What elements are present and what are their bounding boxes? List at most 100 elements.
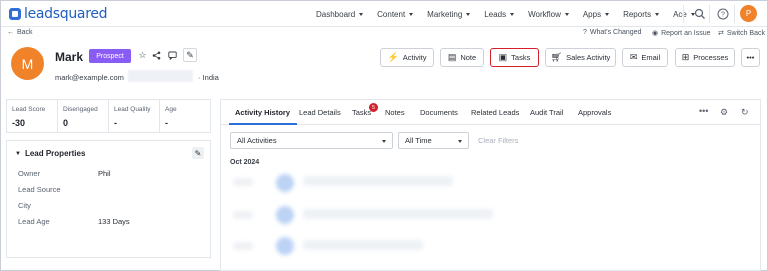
processes-label: Processes [693, 53, 729, 62]
chevron-down-icon: ▼ [15, 150, 21, 157]
tab-activity-history[interactable]: Activity History [235, 108, 290, 117]
lead-country: · India [198, 73, 219, 82]
metric-value: -30 [12, 118, 26, 128]
menu-marketing[interactable]: Marketing [427, 10, 471, 19]
metric-label: Age [165, 106, 177, 113]
metric-age: Age - [160, 100, 210, 132]
caret-down-icon [655, 12, 660, 16]
menu-label: Content [377, 9, 406, 19]
tab-audit-trail[interactable]: Audit Trail [530, 108, 563, 117]
lead-stage-badge[interactable]: Prospect [89, 49, 131, 63]
menu-workflow[interactable]: Workflow [528, 10, 569, 19]
menu-apps[interactable]: Apps [583, 10, 610, 19]
redacted-activity-icon [276, 206, 294, 224]
star-icon[interactable]: ☆ [137, 50, 148, 61]
lead-metrics: Lead Score -30 Disengaged 0 Lead Quality… [6, 99, 211, 133]
lead-properties-title: Lead Properties [24, 149, 86, 158]
more-actions-button[interactable]: ••• [741, 48, 760, 67]
divider [709, 5, 710, 23]
refresh-icon[interactable]: ↻ [741, 107, 749, 118]
tasks-button[interactable]: ▣ Tasks [490, 48, 539, 67]
edit-lead-button[interactable]: ✎ [183, 48, 197, 62]
menu-label: Ace [673, 9, 687, 19]
brand-name: leadsquared [24, 6, 108, 22]
redacted-activity-text [303, 176, 453, 186]
tab-documents[interactable]: Documents [420, 108, 458, 117]
active-tab-indicator [229, 123, 297, 125]
main-menu: Dashboard Content Marketing Leads Workfl… [316, 1, 709, 27]
property-label-lead-age: Lead Age [18, 217, 50, 226]
menu-content[interactable]: Content [377, 9, 414, 19]
caret-down-icon [458, 140, 462, 143]
back-link[interactable]: ← Back [7, 29, 33, 36]
processes-icon: ⊞ [681, 52, 690, 62]
lead-tabs: Activity History Lead Details Tasks 5 No… [221, 100, 760, 125]
lead-name: Mark [55, 50, 84, 64]
activity-type-filter[interactable]: All Activities [230, 132, 393, 149]
menu-leads[interactable]: Leads [484, 9, 515, 19]
lead-email[interactable]: mark@example.com [55, 73, 124, 82]
caret-down-icon [564, 12, 569, 16]
clear-filters-link[interactable]: Clear Filters [478, 136, 518, 145]
whats-changed-label: What's Changed [589, 29, 642, 36]
switch-icon: ⇄ [718, 30, 724, 37]
tab-related-leads[interactable]: Related Leads [471, 108, 519, 117]
tasks-count-badge: 5 [369, 103, 378, 112]
sales-activity-button[interactable]: 🛒︎ Sales Activity [545, 48, 616, 67]
timeline-month-label: Oct 2024 [230, 159, 260, 166]
arrow-left-icon: ← [7, 29, 14, 36]
lead-properties-header[interactable]: ▼ Lead Properties [15, 149, 85, 158]
caret-down-icon [359, 12, 364, 16]
activity-button[interactable]: ⚡ Activity [380, 48, 434, 67]
caret-down-icon [510, 12, 515, 16]
metric-value: - [165, 118, 168, 128]
menu-label: Leads [484, 9, 507, 19]
clipboard-icon: ▣ [498, 52, 508, 62]
email-button[interactable]: ✉ Email [622, 48, 668, 67]
menu-reports[interactable]: Reports [623, 9, 660, 19]
search-icon[interactable] [694, 8, 706, 20]
help-icon[interactable]: ? [717, 8, 729, 20]
tab-tasks[interactable]: Tasks [352, 108, 371, 117]
envelope-icon: ✉ [629, 52, 638, 62]
time-range-value: All Time [405, 136, 432, 145]
cart-icon: 🛒︎ [550, 52, 563, 62]
edit-properties-button[interactable]: ✎ [192, 147, 204, 159]
redacted-timestamp [233, 211, 253, 219]
note-button[interactable]: ▤ Note [440, 48, 484, 67]
metric-label: Lead Quality [114, 106, 151, 113]
comment-icon[interactable] [167, 50, 178, 61]
activity-panel: Activity History Lead Details Tasks 5 No… [220, 99, 761, 271]
report-issue-link[interactable]: ◉ Report an Issue [652, 29, 711, 38]
metric-label: Lead Score [12, 106, 46, 113]
tab-approvals[interactable]: Approvals [578, 108, 611, 117]
question-circle-icon: ? [583, 29, 587, 36]
pencil-icon: ✎ [194, 148, 202, 158]
note-label: Note [460, 53, 477, 62]
share-icon[interactable] [151, 50, 162, 61]
metric-value: - [114, 118, 117, 128]
processes-button[interactable]: ⊞ Processes [675, 48, 735, 67]
menu-label: Workflow [528, 9, 561, 19]
menu-dashboard[interactable]: Dashboard [316, 9, 364, 19]
time-range-filter[interactable]: All Time [398, 132, 469, 149]
more-tabs-button[interactable]: ••• [699, 106, 708, 116]
menu-label: Reports [623, 9, 652, 19]
back-label: Back [17, 29, 33, 36]
note-icon: ▤ [447, 52, 457, 62]
switch-back-link[interactable]: ⇄ Switch Back [718, 29, 765, 38]
whats-changed-link[interactable]: ? What's Changed [583, 29, 641, 36]
redacted-timestamp [233, 242, 253, 250]
menu-label: Dashboard [316, 9, 356, 19]
tab-notes[interactable]: Notes [385, 108, 405, 117]
tab-lead-details[interactable]: Lead Details [299, 108, 341, 117]
comment-glyph [168, 51, 177, 60]
pencil-icon: ✎ [186, 49, 194, 60]
more-dots-icon: ••• [746, 53, 755, 62]
property-label-city: City [18, 201, 31, 210]
user-avatar[interactable]: P [740, 5, 757, 22]
brand-logo[interactable]: leadsquared [9, 6, 108, 22]
report-issue-label: Report an Issue [661, 29, 711, 37]
lead-properties-card: ▼ Lead Properties ✎ Owner Phil Lead Sour… [6, 140, 211, 258]
settings-gear-icon[interactable]: ⚙ [720, 107, 728, 118]
